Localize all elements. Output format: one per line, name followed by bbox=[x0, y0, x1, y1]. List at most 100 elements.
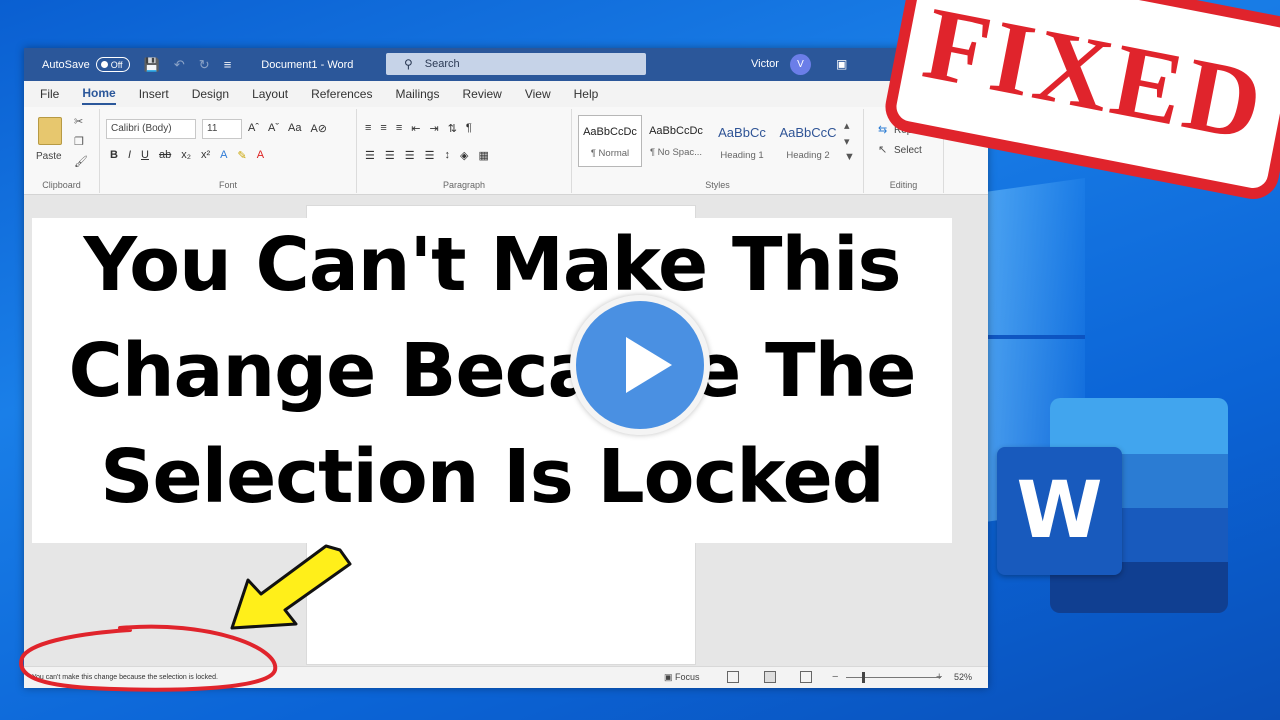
play-button[interactable] bbox=[570, 295, 710, 435]
font-family-select[interactable]: Calibri (Body) bbox=[106, 119, 196, 139]
tab-references[interactable]: References bbox=[311, 84, 372, 104]
ribbon-display-options-icon[interactable]: ▣ bbox=[836, 57, 847, 71]
underline-icon[interactable]: U bbox=[141, 149, 149, 162]
superscript-icon[interactable]: x² bbox=[201, 149, 210, 162]
numbering-icon[interactable]: ≡ bbox=[380, 122, 386, 135]
show-marks-icon[interactable]: ¶ bbox=[466, 122, 472, 135]
style-sample: AaBbCc bbox=[718, 125, 766, 140]
toggle-dot bbox=[100, 61, 108, 68]
style-sample: AaBbCcDc bbox=[649, 125, 703, 137]
search-placeholder: Search bbox=[424, 58, 460, 70]
style-sample: AaBbCcDc bbox=[583, 126, 637, 138]
tab-view[interactable]: View bbox=[525, 84, 551, 104]
paste-button[interactable]: Paste bbox=[36, 151, 62, 162]
justify-icon[interactable]: ☰ bbox=[425, 149, 435, 162]
shrink-font-icon[interactable]: Aˇ bbox=[268, 122, 279, 135]
align-center-icon[interactable]: ☰ bbox=[385, 149, 395, 162]
zoom-slider[interactable] bbox=[846, 677, 941, 678]
copy-icon[interactable]: ❐ bbox=[74, 135, 84, 148]
paragraph-group: ≡ ≡ ≡ ⇤ ⇥ ⇅ ¶ ☰ ☰ ☰ ☰ ↕ ◈ ▦ Paragraph bbox=[357, 109, 572, 193]
tab-home[interactable]: Home bbox=[82, 83, 116, 105]
font-label: Font bbox=[218, 180, 237, 190]
focus-label: Focus bbox=[675, 672, 700, 682]
autosave-toggle[interactable]: Off bbox=[95, 57, 130, 72]
tab-insert[interactable]: Insert bbox=[139, 84, 169, 104]
multilevel-list-icon[interactable]: ≡ bbox=[396, 122, 402, 135]
increase-indent-icon[interactable]: ⇥ bbox=[429, 122, 438, 135]
play-icon bbox=[626, 337, 672, 393]
styles-scroll-up-icon[interactable]: ▴ bbox=[844, 119, 850, 132]
styles-label: Styles bbox=[705, 180, 730, 190]
search-icon: ⚲ bbox=[404, 57, 413, 71]
change-case-icon[interactable]: Aa bbox=[288, 122, 301, 135]
tab-help[interactable]: Help bbox=[574, 84, 599, 104]
autosave-state: Off bbox=[110, 59, 123, 70]
style-sample: AaBbCcC bbox=[779, 125, 837, 140]
line-spacing-icon[interactable]: ↕ bbox=[445, 149, 451, 162]
style-heading-2[interactable]: AaBbCcC Heading 2 bbox=[776, 115, 840, 167]
borders-icon[interactable]: ▦ bbox=[478, 149, 488, 162]
style-heading-1[interactable]: AaBbCc Heading 1 bbox=[710, 115, 774, 167]
replace-icon[interactable]: ⇆ bbox=[878, 123, 887, 136]
italic-icon[interactable]: I bbox=[128, 149, 131, 162]
subscript-icon[interactable]: x₂ bbox=[181, 149, 191, 162]
headline-panel: You Can't Make This Change Because The S… bbox=[32, 218, 952, 543]
word-logo-icon: W bbox=[997, 447, 1122, 575]
tab-layout[interactable]: Layout bbox=[252, 84, 288, 104]
style-no-spacing[interactable]: AaBbCcDc ¶ No Spac... bbox=[644, 115, 708, 167]
print-layout-icon[interactable] bbox=[764, 671, 776, 683]
zoom-out-icon[interactable]: − bbox=[832, 671, 838, 683]
tab-review[interactable]: Review bbox=[462, 84, 501, 104]
search-box[interactable]: ⚲ Search bbox=[386, 53, 646, 75]
clipboard-label: Clipboard bbox=[42, 180, 81, 190]
save-icon[interactable]: 💾 bbox=[144, 57, 160, 73]
zoom-in-icon[interactable]: + bbox=[936, 671, 942, 683]
title-bar: AutoSave Off 💾 ↶ ↻ ≡ Document1 - Word ⚲ … bbox=[24, 48, 988, 81]
style-name: ¶ No Spac... bbox=[649, 147, 703, 158]
autosave-label: AutoSave bbox=[42, 58, 90, 71]
read-mode-icon[interactable] bbox=[727, 671, 739, 683]
sort-icon[interactable]: ⇅ bbox=[448, 122, 457, 135]
shading-icon[interactable]: ◈ bbox=[460, 149, 468, 162]
redo-icon[interactable]: ↻ bbox=[199, 57, 210, 73]
grow-font-icon[interactable]: Aˆ bbox=[248, 122, 259, 135]
font-color-icon[interactable]: A bbox=[257, 149, 264, 162]
highlight-icon[interactable]: ✎ bbox=[238, 149, 247, 162]
select-button[interactable]: Select bbox=[894, 145, 922, 156]
text-effects-icon[interactable]: A bbox=[220, 149, 227, 162]
zoom-level[interactable]: 52% bbox=[954, 672, 972, 682]
user-name[interactable]: Victor bbox=[751, 58, 779, 70]
align-left-icon[interactable]: ☰ bbox=[365, 149, 375, 162]
bullets-icon[interactable]: ≡ bbox=[365, 122, 371, 135]
tab-mailings[interactable]: Mailings bbox=[395, 84, 439, 104]
font-size-select[interactable]: 11 bbox=[202, 119, 242, 139]
headline-line-2: Change Because The bbox=[68, 328, 917, 414]
styles-more-icon[interactable]: ▼ bbox=[844, 151, 855, 163]
style-normal[interactable]: AaBbCcDc ¶ Normal bbox=[578, 115, 642, 167]
tab-design[interactable]: Design bbox=[192, 84, 229, 104]
clipboard-group: Paste ✂ ❐ 🖌 Clipboard bbox=[24, 109, 100, 193]
paste-icon[interactable] bbox=[38, 117, 62, 145]
document-title: Document1 - Word bbox=[261, 58, 354, 71]
cut-icon[interactable]: ✂ bbox=[74, 115, 83, 128]
focus-button[interactable]: ▣ Focus bbox=[664, 672, 700, 683]
customize-quick-access-icon[interactable]: ≡ bbox=[224, 57, 232, 72]
red-circle-highlight bbox=[19, 624, 278, 692]
stamp-text: FIXED bbox=[915, 0, 1275, 164]
web-layout-icon[interactable] bbox=[800, 671, 812, 683]
strikethrough-icon[interactable]: ab bbox=[159, 149, 171, 162]
ribbon: Paste ✂ ❐ 🖌 Clipboard Calibri (Body) 11 … bbox=[24, 107, 988, 195]
word-logo-band bbox=[1050, 398, 1228, 454]
tab-file[interactable]: File bbox=[40, 84, 59, 104]
format-painter-icon[interactable]: 🖌 bbox=[74, 155, 88, 168]
styles-scroll-down-icon[interactable]: ▾ bbox=[844, 135, 850, 148]
clear-formatting-icon[interactable]: A⊘ bbox=[310, 122, 327, 135]
decrease-indent-icon[interactable]: ⇤ bbox=[411, 122, 420, 135]
avatar[interactable]: V bbox=[790, 54, 811, 75]
bold-icon[interactable]: B bbox=[110, 149, 118, 162]
align-right-icon[interactable]: ☰ bbox=[405, 149, 415, 162]
zoom-slider-thumb[interactable] bbox=[862, 672, 865, 683]
undo-icon[interactable]: ↶ bbox=[174, 57, 185, 73]
select-icon[interactable]: ↖ bbox=[878, 143, 887, 156]
headline-line-3: Selection Is Locked bbox=[100, 434, 885, 520]
